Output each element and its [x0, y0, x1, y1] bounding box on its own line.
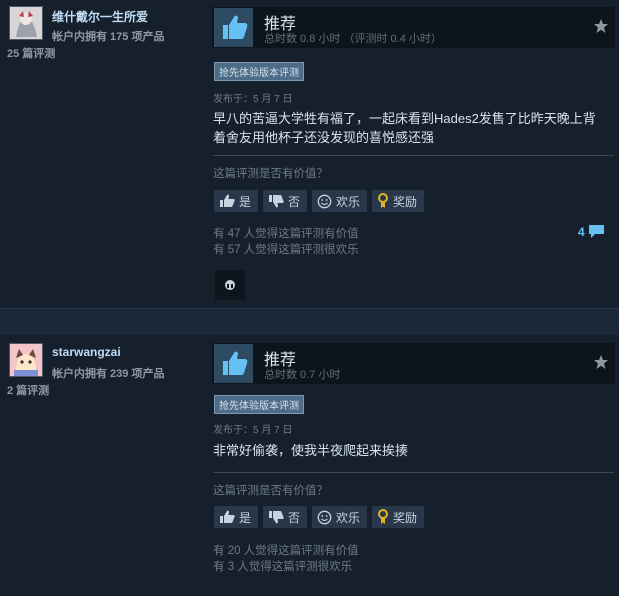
comment-count: 4 [578, 224, 585, 239]
vote-buttons: 是 否 欢乐 奖励 [214, 506, 425, 528]
vote-funny-label: 欢乐 [336, 194, 361, 209]
avatar[interactable] [9, 343, 43, 377]
review-text: 非常好偷袭，使我半夜爬起来挨揍 [213, 443, 409, 458]
vote-funny-button[interactable]: 欢乐 [312, 506, 368, 528]
author-review-count[interactable]: 25 篇评测 [7, 45, 55, 61]
comments-link[interactable]: 4 [578, 224, 605, 239]
helpful-count: 有 20 人觉得这篇评测有价值 [213, 545, 359, 557]
review-card: 维什戴尔一生所爱 帐户内拥有 175 项产品 25 篇评测 推荐 总时数 0.8… [0, 0, 619, 308]
review-verdict-header[interactable]: 推荐 总时数 0.7 小时 [212, 343, 615, 384]
divider [213, 155, 614, 156]
award-button[interactable]: 奖励 [372, 190, 425, 212]
vote-buttons: 是 否 欢乐 奖励 [214, 190, 425, 212]
award-medal-icon [378, 193, 389, 208]
funny-count: 有 3 人觉得这篇评测很欢乐 [213, 561, 353, 573]
vote-funny-label: 欢乐 [336, 510, 361, 525]
early-access-badge: 抢先体验版本评测 [214, 395, 304, 414]
author-product-count[interactable]: 帐户内拥有 175 项产品 [52, 28, 164, 44]
comment-bubble-icon [588, 225, 604, 238]
star-award-icon[interactable] [593, 354, 609, 370]
thumbs-down-icon [269, 195, 284, 208]
posted-date: 发布于：5 月 7 日 [213, 425, 293, 436]
divider [213, 472, 614, 473]
thumbs-up-icon [220, 194, 235, 207]
award-label: 奖励 [393, 194, 418, 209]
smile-icon [317, 510, 332, 524]
early-access-badge: 抢先体验版本评测 [214, 62, 304, 81]
review-verdict-header[interactable]: 推荐 总时数 0.8 小时 （评测时 0.4 小时） [212, 7, 615, 48]
hades-award-icon [225, 280, 235, 290]
review-separator [0, 308, 619, 335]
award-medal-icon [378, 509, 389, 524]
award-button[interactable]: 奖励 [372, 506, 425, 528]
author-name[interactable]: 维什戴尔一生所爱 [52, 8, 148, 25]
review-card: starwangzai 帐户内拥有 239 项产品 2 篇评测 推荐 总时数 0… [0, 335, 619, 596]
vote-funny-button[interactable]: 欢乐 [312, 190, 368, 212]
thumbs-up-icon [214, 344, 253, 383]
vote-yes-label: 是 [239, 194, 252, 209]
vote-no-button[interactable]: 否 [263, 506, 308, 528]
helpful-count: 有 47 人觉得这篇评测有价值 [213, 228, 359, 240]
posted-date: 发布于：5 月 7 日 [213, 94, 293, 105]
funny-count: 有 57 人觉得这篇评测很欢乐 [213, 244, 359, 256]
vote-yes-button[interactable]: 是 [214, 506, 259, 528]
avatar[interactable] [9, 6, 43, 40]
vote-no-label: 否 [288, 510, 301, 525]
helpful-question: 这篇评测是否有价值？ [213, 485, 328, 497]
star-award-icon[interactable] [593, 18, 609, 34]
author-review-count[interactable]: 2 篇评测 [7, 382, 49, 398]
vote-no-button[interactable]: 否 [263, 190, 308, 212]
playtime: 总时数 0.8 小时 （评测时 0.4 小时） [264, 33, 442, 45]
playtime: 总时数 0.7 小时 [264, 369, 341, 381]
author-name[interactable]: starwangzai [52, 345, 121, 359]
review-stats: 有 47 人觉得这篇评测有价值 有 57 人觉得这篇评测很欢乐 [213, 226, 359, 258]
vote-yes-button[interactable]: 是 [214, 190, 259, 212]
thumbs-up-icon [220, 510, 235, 523]
helpful-question: 这篇评测是否有价值？ [213, 168, 328, 180]
thumbs-down-icon [269, 511, 284, 524]
thumbs-up-icon [214, 8, 253, 47]
vote-no-label: 否 [288, 194, 301, 209]
review-stats: 有 20 人觉得这篇评测有价值 有 3 人觉得这篇评测很欢乐 [213, 543, 359, 575]
vote-yes-label: 是 [239, 510, 252, 525]
award-label: 奖励 [393, 510, 418, 525]
award-received-icon[interactable] [215, 270, 245, 300]
review-text: 早八的苦逼大学牲有福了，一起床看到Hades2发售了比昨天晚上背着舍友用他杯子还… [213, 111, 596, 145]
smile-icon [317, 194, 332, 208]
author-product-count[interactable]: 帐户内拥有 239 项产品 [52, 365, 164, 381]
